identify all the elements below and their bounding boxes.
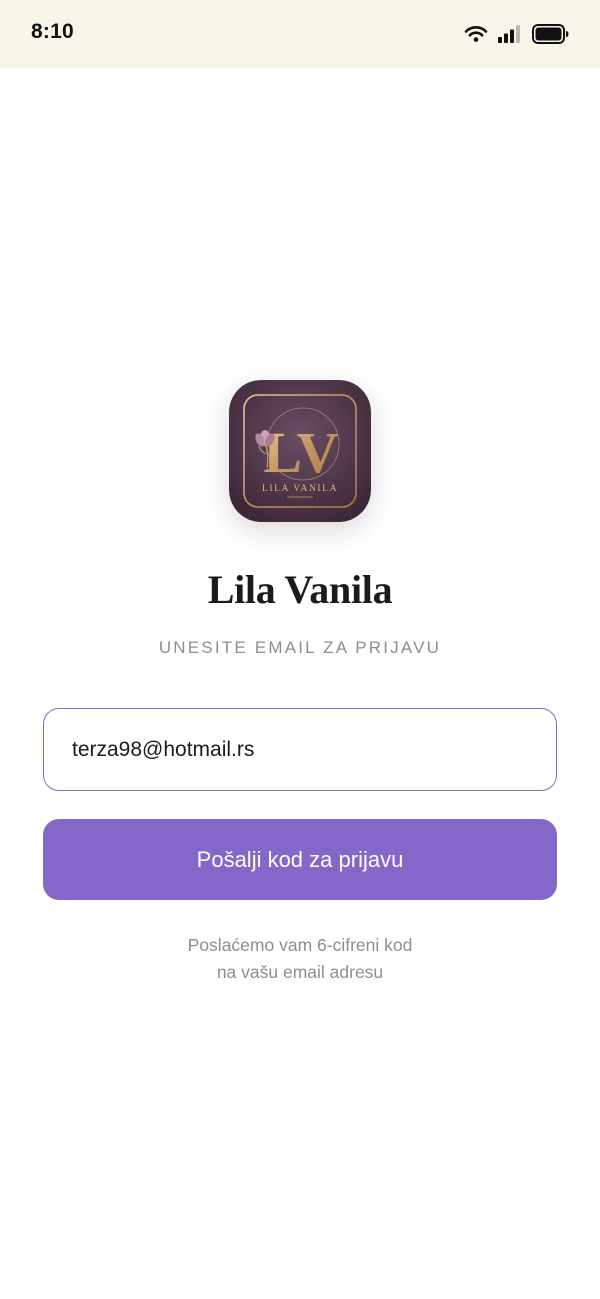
helper-text-line-2: na vašu email adresu bbox=[216, 962, 384, 982]
logo-wordmark: LILA VANILA bbox=[262, 484, 338, 494]
helper-text-line-1: Poslaćemo vam 6-cifreni kod bbox=[187, 935, 413, 955]
app-logo: LV LILA VANILA bbox=[229, 380, 371, 522]
status-icons bbox=[464, 22, 570, 46]
cellular-signal-icon bbox=[498, 25, 522, 43]
status-bar: 8:10 bbox=[0, 0, 600, 68]
helper-text: Poslaćemo vam 6-cifreni kod na vašu emai… bbox=[100, 932, 500, 986]
login-screen: 8:10 LV LILA VANILA Lila Vanila UNESITE … bbox=[0, 0, 600, 1299]
send-code-button[interactable]: Pošalji kod za prijavu bbox=[43, 819, 557, 900]
email-prompt-label: UNESITE EMAIL ZA PRIJAVU bbox=[158, 638, 442, 657]
wifi-icon bbox=[464, 25, 488, 43]
battery-icon bbox=[532, 24, 570, 44]
app-title: Lila Vanila bbox=[207, 567, 393, 612]
email-input[interactable] bbox=[43, 708, 557, 791]
status-time: 8:10 bbox=[31, 20, 74, 43]
logo-initials: LV bbox=[263, 420, 338, 485]
